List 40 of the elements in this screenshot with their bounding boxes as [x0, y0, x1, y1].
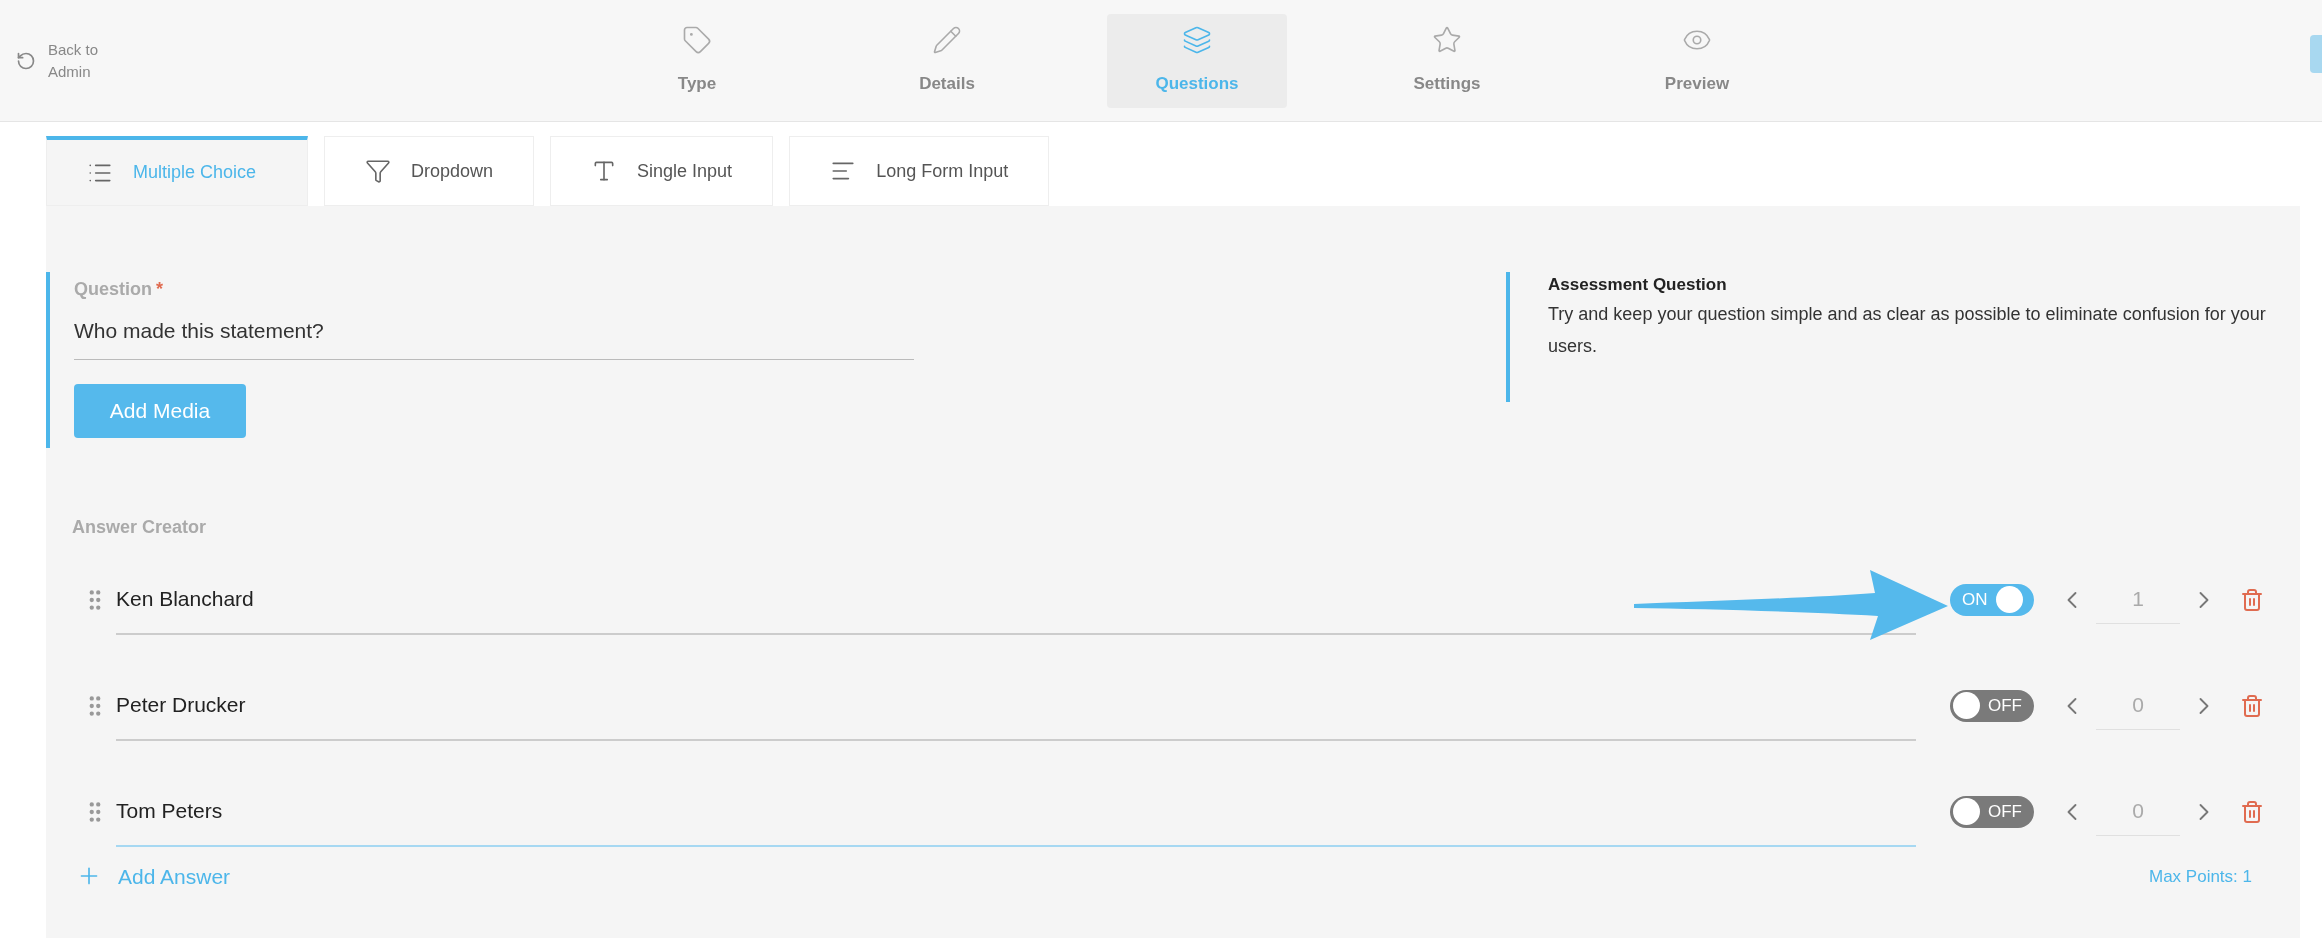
funnel-icon: [365, 158, 391, 184]
question-type-tab[interactable]: Multiple Choice: [46, 136, 308, 206]
required-mark: *: [156, 278, 164, 301]
section-title: Answer Creator: [72, 515, 207, 539]
answer-input[interactable]: Tom Peters: [116, 776, 1916, 847]
trash-icon: [2240, 587, 2264, 612]
delete-button[interactable]: [2240, 799, 2264, 824]
trash-icon: [2240, 693, 2264, 718]
help-title: Assessment Question: [1548, 274, 1728, 296]
question-type-tab[interactable]: Single Input: [550, 136, 774, 206]
wizard-step-tab[interactable]: Settings: [1357, 13, 1537, 108]
delete-button[interactable]: [2240, 693, 2264, 718]
tag-icon: [682, 24, 712, 55]
toggle-switch[interactable]: ON: [1950, 583, 2034, 616]
add-media-button[interactable]: Add Media: [74, 383, 246, 438]
points-input[interactable]: 0: [2096, 787, 2180, 836]
add-answer-button[interactable]: Add Answer: [76, 860, 231, 892]
side-handle[interactable]: [2310, 35, 2322, 73]
undo-icon: [16, 50, 36, 71]
question-type-tab[interactable]: Dropdown: [324, 136, 535, 206]
answer-input[interactable]: Peter Drucker: [116, 670, 1916, 741]
trash-icon: [2240, 799, 2264, 824]
points-input[interactable]: 1: [2096, 575, 2180, 624]
delete-button[interactable]: [2240, 587, 2264, 612]
field-label: Question: [74, 278, 152, 301]
wizard-step-tab[interactable]: Preview: [1607, 13, 1787, 108]
question-type-tab[interactable]: Long Form Input: [789, 136, 1050, 206]
help-text: Try and keep your question simple and as clear as possible to eliminate confusion for your users.: [1548, 302, 2267, 358]
question-input[interactable]: Who made this statement?: [74, 315, 914, 360]
pencil-icon: [932, 24, 962, 55]
max-points-text: Max Points: 1: [2149, 865, 2252, 888]
layers-icon: [1182, 24, 1212, 55]
toggle-switch[interactable]: OFF: [1950, 689, 2034, 722]
wizard-step-tab[interactable]: Details: [857, 13, 1037, 108]
back-to-admin-link[interactable]: Back to Admin: [0, 38, 607, 83]
toggle-switch[interactable]: OFF: [1950, 795, 2034, 828]
star-icon: [1432, 24, 1462, 55]
wizard-step-tab[interactable]: Questions: [1107, 13, 1287, 108]
points-input[interactable]: 0: [2096, 681, 2180, 730]
wizard-step-tab[interactable]: Type: [607, 13, 787, 108]
